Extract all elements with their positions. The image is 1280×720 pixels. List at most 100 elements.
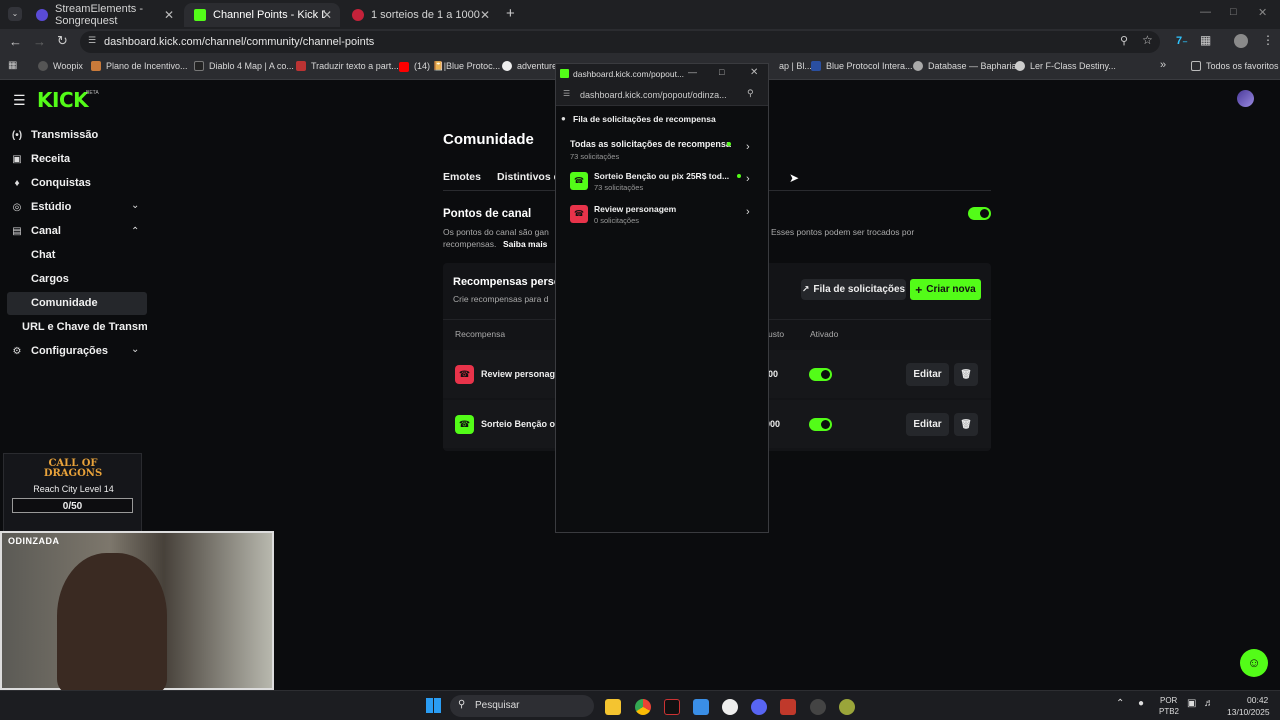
close-icon[interactable]: ✕ bbox=[750, 67, 758, 78]
apps-grid-icon[interactable]: ▦ bbox=[8, 60, 17, 71]
more-bookmarks-icon[interactable]: » bbox=[1160, 59, 1166, 71]
forward-icon[interactable]: → bbox=[33, 34, 46, 49]
bookmark-item[interactable]: adventurer bbox=[502, 61, 560, 71]
bookmark-item[interactable]: (14) 📔|Blue Protoc... bbox=[399, 61, 500, 72]
tab-sorteios[interactable]: 1 sorteios de 1 a 1000 - Gerador ✕ bbox=[342, 3, 498, 27]
extension-icon[interactable]: 7₋ bbox=[1176, 34, 1188, 47]
reward-name: Sorteio Benção ou bbox=[481, 419, 561, 429]
network-icon[interactable]: ▣ bbox=[1187, 698, 1196, 709]
layout-indicator[interactable]: PTB2 bbox=[1159, 707, 1179, 716]
delete-button[interactable]: 🗑 bbox=[954, 413, 978, 436]
all-favorites[interactable]: Todos os favoritos bbox=[1191, 61, 1279, 71]
chevron-right-icon[interactable]: › bbox=[746, 206, 750, 218]
tab-streamelements[interactable]: StreamElements - Songrequest ✕ bbox=[26, 3, 182, 27]
minimize-icon[interactable]: — bbox=[688, 67, 697, 77]
discord-icon[interactable] bbox=[751, 699, 767, 715]
reload-icon[interactable]: ↻ bbox=[57, 33, 68, 49]
tab-emotes[interactable]: Emotes bbox=[443, 171, 481, 183]
sidebar-url-key[interactable]: URL e Chave de Transmissão bbox=[22, 321, 147, 333]
notepad-icon[interactable] bbox=[693, 699, 709, 715]
bookmark-item[interactable]: Ler F-Class Destiny... bbox=[1015, 61, 1116, 71]
tab-distintivos[interactable]: Distintivos d bbox=[497, 171, 560, 183]
zoom-icon[interactable]: ⚲ bbox=[1120, 34, 1128, 47]
sidebar-item-receita[interactable]: ▣ Receita bbox=[11, 153, 70, 165]
close-icon[interactable]: ✕ bbox=[164, 8, 174, 22]
obs-icon[interactable] bbox=[810, 699, 826, 715]
maximize-icon[interactable]: □ bbox=[1230, 6, 1237, 18]
request-item-all[interactable]: Todas as solicitações de recompensa 73 s… bbox=[570, 139, 760, 161]
extensions-puzzle-icon[interactable]: ▦ bbox=[1200, 33, 1211, 47]
file-explorer-icon[interactable] bbox=[605, 699, 621, 715]
clock-date[interactable]: 13/10/2025 bbox=[1227, 707, 1270, 717]
bookmark-item[interactable]: Blue Protocol Intera... bbox=[811, 61, 913, 71]
edit-button[interactable]: Editar bbox=[906, 363, 949, 386]
bookmark-item[interactable]: Plano de Incentivo... bbox=[91, 61, 188, 71]
bookmark-item[interactable]: Database — Bapharia bbox=[913, 61, 1017, 71]
delete-button[interactable]: 🗑 bbox=[954, 363, 978, 386]
star-icon[interactable]: ☆ bbox=[1142, 33, 1153, 47]
reward-enabled-toggle[interactable] bbox=[809, 368, 832, 381]
windows-start-icon[interactable] bbox=[426, 698, 441, 713]
microphone-icon[interactable]: ● bbox=[1138, 698, 1144, 709]
sidebar-sub-cargos[interactable]: Cargos bbox=[31, 273, 69, 285]
chevron-up-icon[interactable]: ⌃ bbox=[131, 226, 139, 237]
learn-more-link[interactable]: Saiba mais bbox=[503, 239, 547, 249]
edit-button[interactable]: Editar bbox=[906, 413, 949, 436]
request-item-review[interactable]: ☎ Review personagem 0 solicitações › bbox=[570, 204, 760, 230]
clock-app-icon[interactable] bbox=[722, 699, 738, 715]
maximize-icon[interactable]: □ bbox=[719, 67, 724, 77]
hamburger-menu-icon[interactable]: ☰ bbox=[13, 92, 26, 109]
tray-chevron-icon[interactable]: ⌃ bbox=[1116, 698, 1124, 709]
user-avatar[interactable] bbox=[1237, 90, 1254, 107]
back-icon[interactable]: ← bbox=[9, 34, 22, 49]
sidebar-sub-chat[interactable]: Chat bbox=[31, 249, 55, 261]
sidebar-item-estudio[interactable]: ◎ Estúdio bbox=[11, 201, 72, 213]
tab-channel-points[interactable]: Channel Points - Kick Dashboard ✕ bbox=[184, 3, 340, 27]
taskbar-search[interactable]: ⚲ Pesquisar bbox=[450, 695, 594, 717]
chevron-right-icon[interactable]: › bbox=[746, 141, 750, 153]
menu-dots-icon[interactable]: ⋮ bbox=[1262, 33, 1274, 47]
support-chat-icon[interactable]: ☺ bbox=[1240, 649, 1268, 677]
tab-title: 1 sorteios de 1 a 1000 - Gerador bbox=[371, 9, 483, 21]
profile-avatar-icon[interactable] bbox=[1234, 34, 1248, 48]
lang-indicator[interactable]: POR bbox=[1160, 696, 1177, 705]
bookmark-item[interactable]: Traduzir texto a part... bbox=[296, 61, 399, 71]
sidebar-item-canal[interactable]: ▤ Canal bbox=[11, 225, 61, 237]
bookmark-item[interactable]: Woopix bbox=[38, 61, 83, 71]
chrome-icon[interactable] bbox=[635, 699, 651, 715]
sidebar-sub-comunidade[interactable]: Comunidade bbox=[31, 297, 98, 309]
chevron-right-icon[interactable]: › bbox=[746, 173, 750, 185]
bookmark-item[interactable]: Diablo 4 Map | A co... bbox=[194, 61, 294, 71]
zoom-icon[interactable]: ⚲ bbox=[747, 88, 754, 99]
chevron-down-icon[interactable]: ⌄ bbox=[131, 344, 139, 355]
reward-enabled-toggle[interactable] bbox=[809, 418, 832, 431]
app-icon[interactable] bbox=[780, 699, 796, 715]
close-window-icon[interactable]: ✕ bbox=[1258, 6, 1267, 19]
col-cost: usto bbox=[768, 329, 785, 339]
tab-search-icon[interactable]: ⌄ bbox=[8, 7, 22, 21]
request-item-sorteio[interactable]: ☎ Sorteio Benção ou pix 25R$ tod... 73 s… bbox=[570, 171, 760, 197]
new-tab-icon[interactable]: + bbox=[506, 5, 515, 22]
kick-logo[interactable]: KICK bbox=[37, 88, 89, 112]
page-title: Comunidade bbox=[443, 131, 534, 148]
clock-time[interactable]: 00:42 bbox=[1247, 695, 1268, 705]
queue-button[interactable]: ↗ Fila de solicitações bbox=[801, 279, 906, 300]
sidebar-item-transmissao[interactable]: (•) Transmissão bbox=[11, 129, 98, 141]
studio-icon: ◎ bbox=[12, 201, 22, 213]
chevron-down-icon[interactable]: ⌄ bbox=[131, 200, 139, 211]
points-toggle[interactable] bbox=[968, 207, 991, 220]
address-bar[interactable]: ☰ dashboard.kick.com/channel/community/c… bbox=[80, 31, 1160, 53]
minimize-icon[interactable]: — bbox=[1200, 6, 1211, 18]
kick-app-icon[interactable] bbox=[664, 699, 680, 715]
site-info-icon[interactable]: ☰ bbox=[88, 35, 96, 46]
sidebar-item-conquistas[interactable]: ♦ Conquistas bbox=[11, 177, 90, 189]
browser-toolbar: ← → ↻ ☰ dashboard.kick.com/channel/commu… bbox=[0, 29, 1280, 55]
create-button[interactable]: + Criar nova bbox=[910, 279, 981, 300]
volume-icon[interactable]: ♬ bbox=[1204, 698, 1214, 709]
sidebar-item-configuracoes[interactable]: ⚙ Configurações bbox=[11, 345, 109, 357]
close-icon[interactable]: ✕ bbox=[480, 8, 490, 22]
bookmark-item[interactable]: ap | Bl... bbox=[779, 61, 812, 71]
site-info-icon[interactable]: ☰ bbox=[563, 89, 570, 98]
close-icon[interactable]: ✕ bbox=[322, 8, 332, 22]
app-icon[interactable] bbox=[839, 699, 855, 715]
